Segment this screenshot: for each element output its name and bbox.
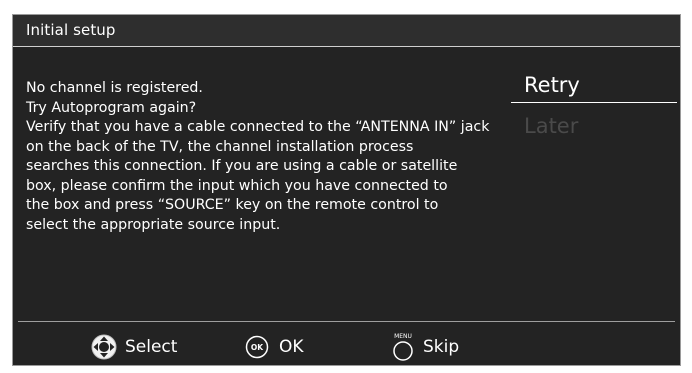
ok-label: OK: [279, 337, 304, 357]
message-line: on the back of the TV, the channel insta…: [26, 138, 414, 155]
title-bar: Initial setup: [13, 15, 680, 47]
later-option[interactable]: Later: [511, 109, 677, 143]
select-label: Select: [125, 337, 178, 357]
ok-icon-text: OK: [251, 343, 264, 352]
message-line: No channel is registered.: [26, 80, 203, 96]
message-line: box, please confirm the input which you …: [26, 177, 448, 194]
ok-hint: OK OK: [245, 332, 304, 362]
message-text: No channel is registered. Try Autoprogra…: [26, 79, 506, 235]
dialog-title: Initial setup: [26, 21, 116, 39]
ok-button-icon: OK: [245, 335, 269, 359]
message-line: Try Autoprogram again?: [26, 99, 197, 116]
select-hint: Select: [91, 332, 177, 362]
message-line: searches this connection. If you are usi…: [26, 158, 458, 174]
retry-option[interactable]: Retry: [511, 68, 677, 103]
options-menu: Retry Later: [511, 68, 677, 143]
skip-label: Skip: [423, 337, 460, 357]
menu-icon-text: MENU: [394, 333, 412, 340]
footer-divider: [18, 321, 675, 322]
message-line: Verify that you have a cable connected t…: [26, 119, 490, 135]
message-line: select the appropriate source input.: [26, 216, 281, 233]
skip-hint: MENU Skip: [391, 332, 459, 362]
dpad-icon: [91, 334, 117, 360]
message-line: the box and press “SOURCE” key on the re…: [26, 197, 439, 213]
menu-button-icon: MENU: [391, 332, 415, 362]
initial-setup-dialog: Initial setup No channel is registered. …: [12, 14, 681, 366]
